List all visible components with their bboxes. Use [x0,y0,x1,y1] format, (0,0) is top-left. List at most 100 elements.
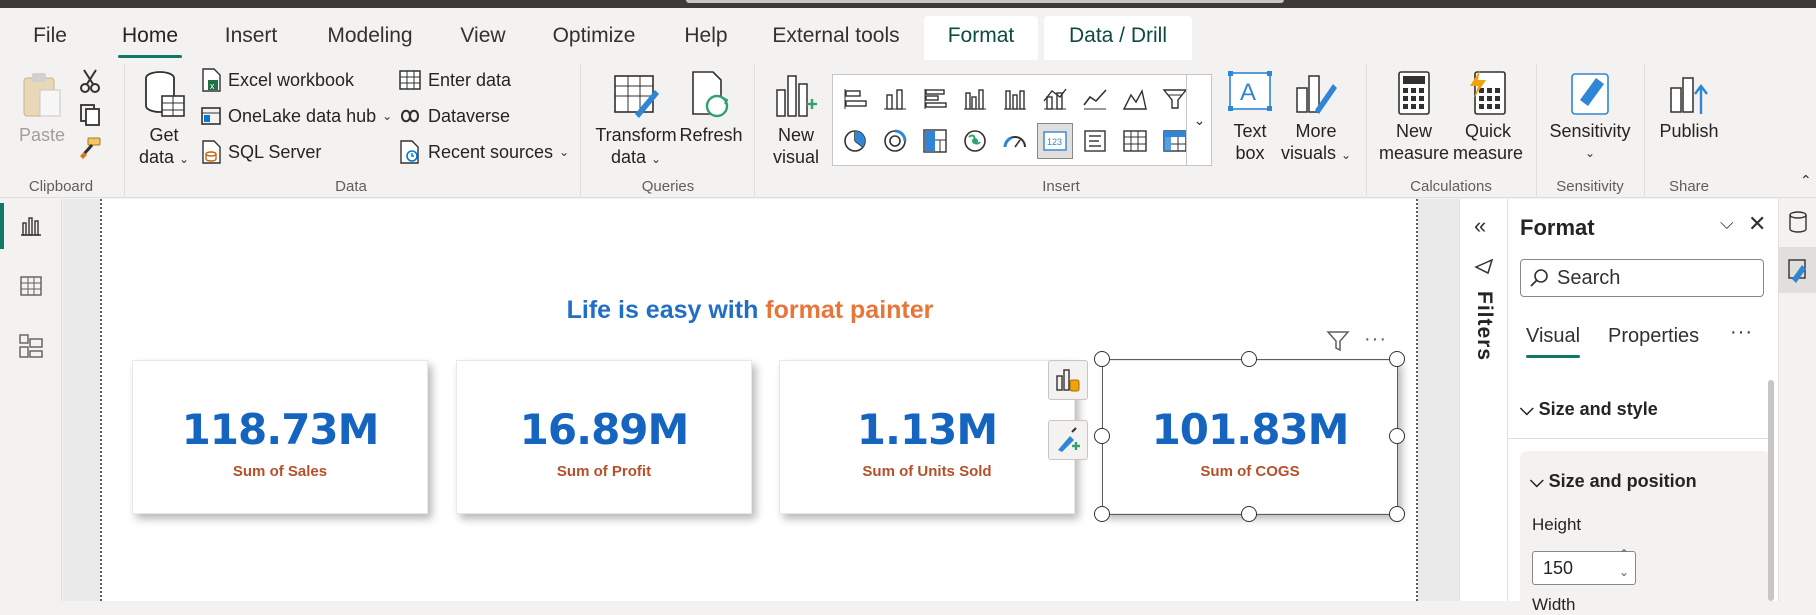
new-visual-button[interactable]: New visual [766,70,826,168]
visual-filter-icon[interactable] [1326,330,1350,357]
clustered-bar-chart-icon[interactable] [917,81,953,117]
refresh-button[interactable]: Refresh [678,70,744,146]
search-input[interactable]: Search [1520,259,1764,297]
gauge-icon[interactable] [997,123,1033,159]
quick-measure-button[interactable]: Quick measure [1450,70,1526,164]
kpi-card[interactable]: 16.89M Sum of Profit [456,360,752,514]
resize-handle[interactable] [1094,506,1110,522]
dataverse-label: Dataverse [428,106,511,126]
chevron-down-icon: ⌵ [1520,399,1539,419]
kpi-card[interactable]: 1.13M Sum of Units Sold [779,360,1075,514]
dataverse-button[interactable]: Dataverse [398,102,510,130]
close-icon[interactable]: ✕ [1748,211,1766,237]
report-headline[interactable]: Life is easy with format painter [400,296,1100,325]
format-pane-scrollbar[interactable] [1768,380,1774,601]
copy-button[interactable] [76,102,104,131]
resize-handle[interactable] [1241,351,1257,367]
filters-pane-collapsed[interactable]: « Filters [1459,199,1508,601]
height-stepper[interactable]: 150 ⌃ ⌄ [1532,547,1636,585]
tab-insert[interactable]: Insert [218,16,284,60]
table-view-button[interactable] [0,259,62,313]
get-data-button[interactable]: Get data ⌄ [136,70,192,170]
publish-button[interactable]: Publish [1656,70,1722,142]
resize-handle[interactable] [1389,351,1405,367]
multi-row-card-icon[interactable] [1077,123,1113,159]
area-chart-icon[interactable] [1117,81,1153,117]
window-search-bar[interactable] [686,0,1284,3]
size-and-position-header[interactable]: ⌵ Size and position [1530,471,1697,492]
model-view-button[interactable] [0,319,62,373]
format-painter-button[interactable] [76,136,104,165]
tab-format[interactable]: Format [924,16,1038,60]
chevron-down-icon[interactable]: ⌵ [1720,213,1734,234]
tab-modeling[interactable]: Modeling [320,16,420,60]
divider [124,64,125,196]
size-and-style-section[interactable]: ⌵ Size and style [1508,379,1770,439]
format-visual-button[interactable] [1048,420,1088,460]
card-label: Sum of Sales [232,463,328,480]
card-visual-icon[interactable]: 123 [1037,123,1073,159]
tab-home[interactable]: Home [118,16,182,60]
stepper-up-icon[interactable]: ⌃ [1619,546,1629,562]
more-options-icon[interactable]: ··· [1730,321,1753,344]
resize-handle[interactable] [1094,428,1110,444]
sql-server-button[interactable]: SQL Server [200,138,321,166]
text-box-button[interactable]: A Text box [1222,70,1278,164]
resize-handle[interactable] [1241,506,1257,522]
pie-chart-icon[interactable] [837,123,873,159]
format-pane-button[interactable] [1779,247,1816,293]
enter-data-button[interactable]: Enter data [398,66,511,94]
width-label: Width [1532,595,1576,614]
excel-workbook-label: Excel workbook [228,70,355,90]
tab-file[interactable]: File [22,16,78,60]
100-stacked-column-icon[interactable] [997,81,1033,117]
expand-filters-icon[interactable]: « [1474,213,1486,239]
stacked-column-chart-icon[interactable] [877,81,913,117]
tab-properties[interactable]: Properties [1608,325,1699,348]
excel-workbook-button[interactable]: x Excel workbook [200,66,354,94]
data-pane-button[interactable] [1779,199,1816,245]
donut-chart-icon[interactable] [877,123,913,159]
copy-icon [80,104,100,126]
transform-data-button[interactable]: Transform data ⌄ [592,70,680,170]
tab-data-drill[interactable]: Data / Drill [1044,16,1192,60]
map-icon[interactable] [957,123,993,159]
treemap-icon[interactable] [917,123,953,159]
tab-optimize[interactable]: Optimize [548,16,640,60]
onelake-button[interactable]: OneLake data hub ⌄ [200,102,392,130]
new-measure-button[interactable]: New measure [1376,70,1452,164]
report-view-button[interactable] [0,199,62,253]
clustered-column-chart-icon[interactable] [957,81,993,117]
get-data-label-2: data ⌄ [138,147,190,167]
stepper-down-icon[interactable]: ⌄ [1619,564,1629,580]
resize-handle[interactable] [1094,351,1110,367]
resize-handle[interactable] [1389,428,1405,444]
ribbon: Paste Clipboard Get data ⌄ x Excel workb… [0,60,1816,198]
size-and-style-header: ⌵ Size and style [1520,399,1658,419]
gallery-expand-button[interactable]: ⌄ [1186,74,1212,166]
tab-help[interactable]: Help [680,16,732,60]
line-and-column-chart-icon[interactable] [1037,81,1073,117]
more-visuals-button[interactable]: More visuals ⌄ [1280,70,1352,166]
cut-button[interactable] [76,68,104,99]
tab-external-tools[interactable]: External tools [768,16,904,60]
line-chart-icon[interactable] [1077,81,1113,117]
search-placeholder: Search [1557,266,1621,289]
tab-visual[interactable]: Visual [1526,325,1581,358]
view-switcher [0,199,62,601]
smart-narrative-button[interactable] [1048,360,1088,400]
stacked-bar-chart-icon[interactable] [837,81,873,117]
collapse-ribbon-icon[interactable]: ⌃ [1800,172,1812,189]
more-options-icon[interactable]: ··· [1364,328,1387,351]
calculator-icon [1398,71,1430,115]
sensitivity-button[interactable]: Sensitivity ⌄ [1546,70,1634,164]
card-label: Sum of Profit [556,463,652,480]
menu-tabs: File Home Insert Modeling View Optimize … [0,8,1816,60]
table-visual-icon[interactable] [1117,123,1153,159]
new-visual-label-1: New [777,125,814,145]
resize-handle[interactable] [1389,506,1405,522]
tab-view[interactable]: View [455,16,511,60]
paste-button[interactable]: Paste [14,70,70,146]
kpi-card[interactable]: 118.73M Sum of Sales [132,360,428,514]
recent-sources-button[interactable]: Recent sources ⌄ [398,138,569,166]
